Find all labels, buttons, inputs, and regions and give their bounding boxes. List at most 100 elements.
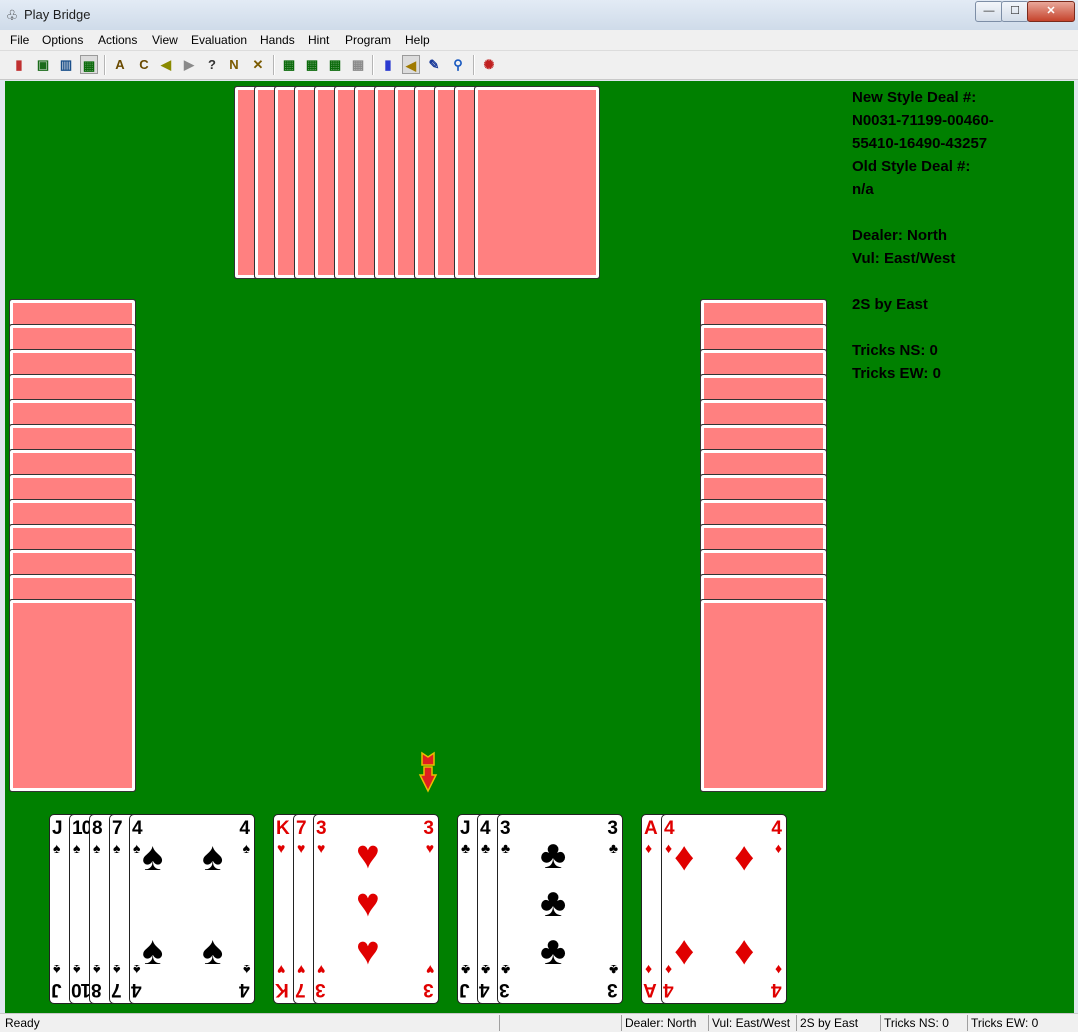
suit-icon: ♠ [53, 840, 61, 856]
info-line: Tricks NS: 0 [852, 342, 938, 359]
card-rank: 3 [423, 818, 434, 839]
card-rank: K [276, 818, 290, 839]
suit-icon: ♥ [277, 840, 286, 856]
deal-info-panel: New Style Deal #: N0031-71199-00460- 55410… [852, 86, 1067, 385]
toolbar: ▮ ▣ ▥ ▦ A C ◀ ▶ ? N ✕ ▦ ▦ ▦ ▦ ▮ ◀ ✎ ⚲ ✺ [0, 51, 1078, 80]
turn-arrow-icon [418, 751, 438, 793]
info-line: New Style Deal #: [852, 89, 977, 106]
status-bar: Ready Dealer: North Vul: East/West 2S by… [0, 1013, 1078, 1032]
card-rank: 3 [500, 979, 510, 1000]
layout-3-icon[interactable]: ▦ [326, 55, 344, 74]
suit-pip-icon: ♦ [734, 835, 755, 879]
card-rank: 7 [112, 818, 123, 839]
toolbar-separator [104, 55, 106, 75]
notrump-icon[interactable]: N [225, 55, 243, 74]
menu-help[interactable]: Help [405, 33, 430, 47]
card-rank: K [276, 979, 289, 1000]
menu-options[interactable]: Options [42, 33, 83, 47]
info-line: Old Style Deal #: [852, 158, 971, 175]
south-card-spades[interactable]: 4 ♠ 4 ♠ 4 ♠ 4 ♠ ♠ ♠ ♠ ♠ [129, 814, 255, 1004]
suit-icon: ♠ [133, 962, 141, 978]
menu-file[interactable]: File [10, 33, 29, 47]
menu-bar: File Options Actions View Evaluation Han… [0, 30, 1078, 51]
settings-icon[interactable]: ✺ [480, 55, 498, 74]
suit-icon: ♠ [93, 962, 101, 978]
forward-icon[interactable]: ▶ [180, 55, 198, 74]
card-rank: 8 [92, 818, 103, 839]
back-icon[interactable]: ◀ [157, 55, 175, 74]
sound-icon[interactable]: ◀ [402, 55, 420, 74]
card-rank: 3 [316, 818, 327, 839]
south-card-diamonds[interactable]: 4 ♦ 4 ♦ 4 ♦ 4 ♦ ♦ ♦ ♦ ♦ [661, 814, 787, 1004]
layout-4-icon[interactable]: ▦ [349, 55, 367, 74]
menu-actions[interactable]: Actions [98, 33, 137, 47]
toolbar-separator [473, 55, 475, 75]
toolbar-separator [372, 55, 374, 75]
status-vulnerability: Vul: East/West [708, 1015, 796, 1031]
layout-1-icon[interactable]: ▦ [280, 55, 298, 74]
status-ready: Ready [5, 1016, 40, 1030]
card-rank: 7 [296, 818, 307, 839]
suit-icon: ♦ [645, 840, 653, 856]
card-rank: 4 [132, 979, 142, 1000]
new-deal-icon[interactable]: ▮ [10, 55, 28, 74]
suit-icon: ♥ [425, 840, 434, 856]
claim-icon[interactable]: C [135, 55, 153, 74]
suit-pip-icon: ♥ [356, 929, 380, 973]
status-dealer: Dealer: North [621, 1015, 708, 1031]
window-title: Play Bridge [24, 7, 91, 22]
suit-icon: ♥ [297, 962, 306, 978]
suit-icon: ♣ [501, 840, 511, 856]
south-card-hearts[interactable]: 3 ♥ 3 ♥ 3 ♥ 3 ♥ ♥ ♥ ♥ [313, 814, 439, 1004]
card-rank: 4 [480, 818, 491, 839]
status-tricks-ew: Tricks EW: 0 [967, 1015, 1075, 1031]
card-rank: A [644, 818, 658, 839]
info-line: Dealer: North [852, 227, 948, 244]
layout-2-icon[interactable]: ▦ [303, 55, 321, 74]
suit-icon: ♠ [242, 962, 250, 978]
suit-icon: ♠ [73, 962, 81, 978]
suit-icon: ♣ [608, 840, 618, 856]
suit-icon: ♣ [461, 962, 471, 978]
toolbar-separator [273, 55, 275, 75]
menu-program[interactable]: Program [345, 33, 391, 47]
menu-evaluation[interactable]: Evaluation [191, 33, 247, 47]
auto-play-icon[interactable]: A [111, 55, 129, 74]
menu-hint[interactable]: Hint [308, 33, 329, 47]
suit-pip-icon: ♦ [674, 835, 695, 879]
suit-pip-icon: ♣ [540, 833, 567, 877]
suit-icon: ♣ [501, 962, 511, 978]
minimize-button[interactable]: — [975, 1, 1003, 22]
status-empty-panel [499, 1015, 621, 1031]
dice-icon[interactable]: ▣ [34, 55, 52, 74]
bridge-app-icon[interactable]: ♧ [4, 7, 20, 23]
deal-number-icon[interactable]: ▥ [57, 55, 75, 74]
suit-pip-icon: ♦ [734, 929, 755, 973]
info-line: N0031-71199-00460- [852, 112, 994, 129]
card-rank: J [460, 818, 471, 839]
menu-view[interactable]: View [152, 33, 178, 47]
tools-icon[interactable]: ✕ [249, 55, 267, 74]
card-rank: 3 [607, 818, 618, 839]
statistics-icon[interactable]: ▮ [379, 55, 397, 74]
card-rank: 4 [771, 818, 782, 839]
suit-icon: ♠ [133, 840, 141, 856]
suit-icon: ♣ [461, 840, 471, 856]
hint-icon[interactable]: ? [203, 55, 221, 74]
close-button[interactable]: ✕ [1027, 1, 1075, 22]
zoom-icon[interactable]: ⚲ [449, 55, 467, 74]
suit-icon: ♦ [645, 962, 653, 978]
maximize-button[interactable]: ☐ [1001, 1, 1029, 22]
south-card-clubs[interactable]: 3 ♣ 3 ♣ 3 ♣ 3 ♣ ♣ ♣ ♣ [497, 814, 623, 1004]
menu-hands[interactable]: Hands [260, 33, 295, 47]
west-card-back [9, 599, 136, 792]
info-line: Tricks EW: 0 [852, 365, 941, 382]
card-rank: 3 [500, 818, 511, 839]
card-rank: 4 [239, 979, 250, 1000]
cards-icon[interactable]: ▦ [80, 55, 98, 74]
card-rank: 3 [607, 979, 618, 1000]
card-rank: J [460, 979, 470, 1000]
suit-pip-icon: ♠ [202, 835, 224, 879]
card-table: New Style Deal #: N0031-71199-00460- 55410… [5, 81, 1074, 1013]
edit-icon[interactable]: ✎ [425, 55, 443, 74]
